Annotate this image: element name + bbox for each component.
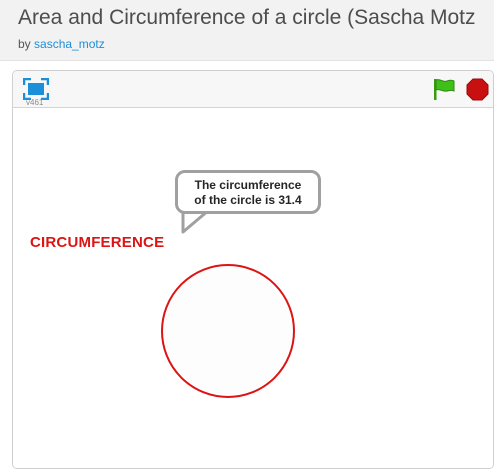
project-player: v461 CIRCUMFERENCE The circumference of … bbox=[12, 70, 494, 469]
speech-bubble-text: The circumference of the circle is 31.4 bbox=[178, 178, 318, 208]
stage-canvas[interactable]: CIRCUMFERENCE The circumference of the c… bbox=[13, 108, 493, 468]
stop-button[interactable] bbox=[466, 78, 489, 101]
green-flag-button[interactable] bbox=[432, 77, 456, 101]
byline: by sascha_motz bbox=[18, 37, 105, 51]
author-link[interactable]: sascha_motz bbox=[34, 37, 105, 51]
green-flag-icon bbox=[434, 79, 455, 100]
circumference-label: CIRCUMFERENCE bbox=[30, 234, 165, 251]
project-header: Area and Circumference of a circle (Sasc… bbox=[0, 0, 494, 61]
project-title: Area and Circumference of a circle (Sasc… bbox=[18, 6, 476, 29]
circle-sprite bbox=[161, 264, 295, 398]
speech-line-1: The circumference bbox=[194, 178, 302, 192]
speech-line-2: of the circle is 31.4 bbox=[194, 193, 302, 207]
circle-outline bbox=[161, 264, 295, 398]
byline-prefix: by bbox=[18, 37, 31, 51]
fullscreen-icon bbox=[22, 77, 50, 101]
player-controls-bar: v461 bbox=[13, 71, 493, 108]
stop-sign-icon bbox=[466, 78, 489, 101]
speech-bubble: The circumference of the circle is 31.4 bbox=[175, 170, 321, 214]
fullscreen-button[interactable] bbox=[22, 77, 50, 101]
version-label: v461 bbox=[26, 98, 44, 107]
